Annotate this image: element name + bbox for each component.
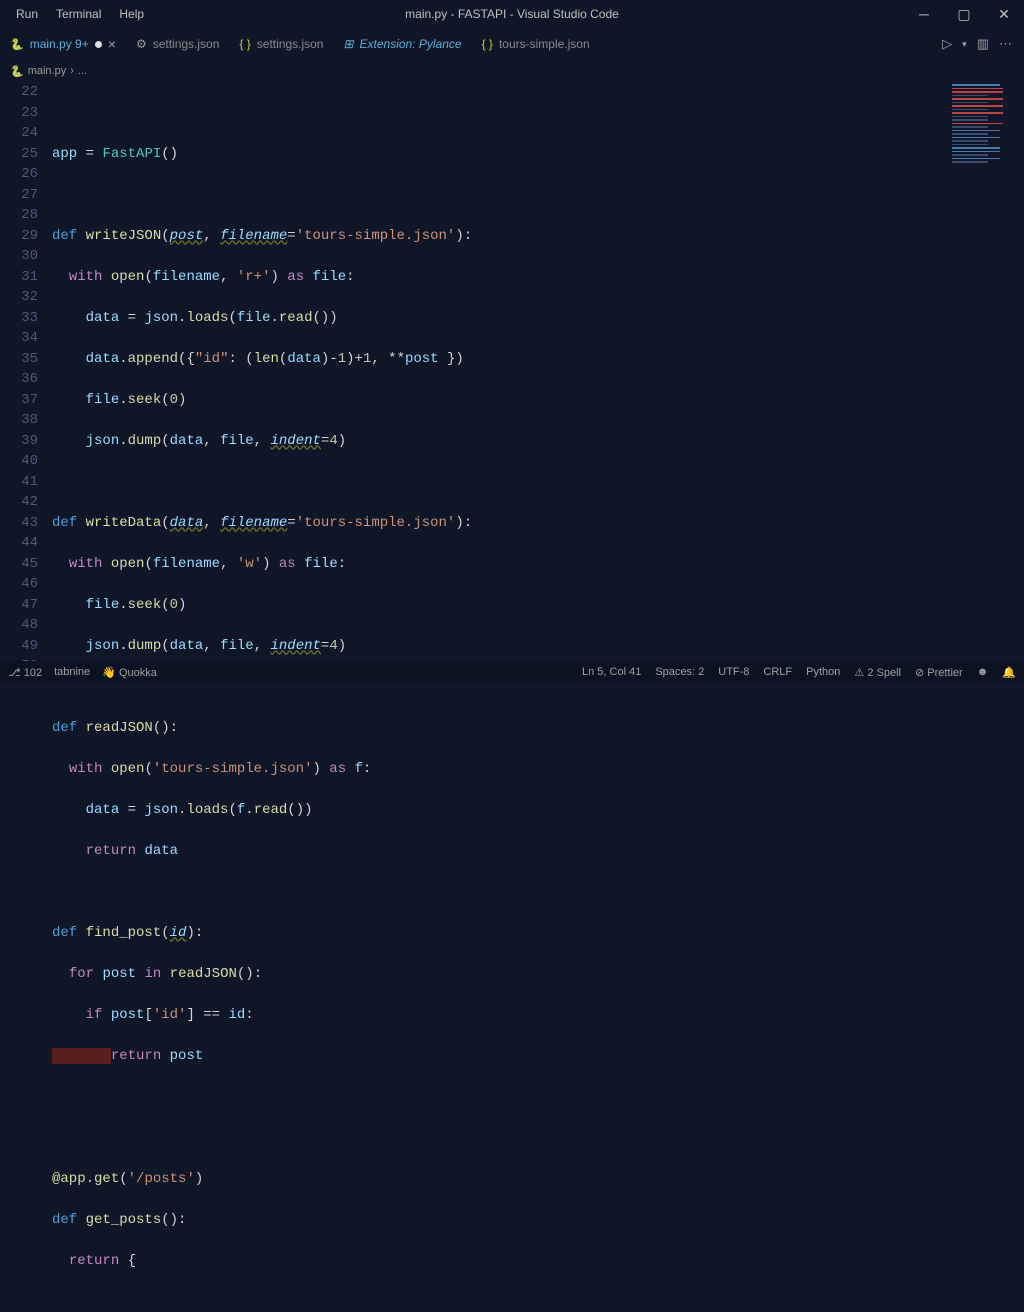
run-dropdown-icon[interactable]: ▾ bbox=[962, 39, 967, 50]
breadcrumb-file: main.py bbox=[28, 65, 67, 77]
window-controls: ─ ▢ ✕ bbox=[904, 0, 1024, 28]
python-icon bbox=[10, 37, 24, 51]
python-icon bbox=[10, 65, 24, 78]
tab-settings-json-2[interactable]: { } settings.json bbox=[229, 28, 333, 60]
menu-bar: Run Terminal Help bbox=[0, 4, 152, 24]
tab-label: settings.json bbox=[153, 37, 220, 51]
minimize-button[interactable]: ─ bbox=[904, 0, 944, 28]
tab-settings-json[interactable]: ⚙ settings.json bbox=[126, 28, 229, 60]
tab-main-py[interactable]: main.py 9+ × bbox=[0, 28, 126, 60]
spaces-indicator[interactable]: Spaces: 2 bbox=[655, 666, 704, 678]
bell-icon[interactable]: 🔔 bbox=[1002, 666, 1016, 679]
extension-icon: ⊞ bbox=[343, 37, 353, 51]
run-icon[interactable]: ▷ bbox=[942, 36, 952, 52]
split-editor-icon[interactable]: ▥ bbox=[977, 36, 989, 52]
editor-tabs: main.py 9+ × ⚙ settings.json { } setting… bbox=[0, 28, 1024, 60]
json-icon: { } bbox=[482, 37, 493, 51]
titlebar: Run Terminal Help main.py - FASTAPI - Vi… bbox=[0, 0, 1024, 28]
gear-icon: ⚙ bbox=[136, 37, 147, 51]
editor-area[interactable]: 2223242526272829303132333435363738394041… bbox=[0, 82, 1024, 661]
tab-label: main.py 9+ bbox=[30, 37, 89, 51]
menu-help[interactable]: Help bbox=[111, 4, 152, 24]
feedback-icon[interactable]: ☻ bbox=[977, 666, 989, 678]
tab-close-icon[interactable]: × bbox=[108, 36, 116, 52]
breadcrumb[interactable]: main.py › ... bbox=[0, 60, 1024, 82]
tab-tours-json[interactable]: { } tours-simple.json bbox=[472, 28, 600, 60]
menu-terminal[interactable]: Terminal bbox=[48, 4, 109, 24]
maximize-button[interactable]: ▢ bbox=[944, 0, 984, 28]
tab-label: Extension: Pylance bbox=[360, 37, 462, 51]
menu-run[interactable]: Run bbox=[8, 4, 46, 24]
tab-label: tours-simple.json bbox=[499, 37, 590, 51]
source-control-count[interactable]: ⎇ 102 bbox=[8, 666, 42, 679]
minimap[interactable] bbox=[950, 82, 1014, 202]
encoding-indicator[interactable]: UTF-8 bbox=[718, 666, 749, 678]
close-button[interactable]: ✕ bbox=[984, 0, 1024, 28]
tab-extension-pylance[interactable]: ⊞ Extension: Pylance bbox=[333, 28, 471, 60]
breadcrumb-separator: › bbox=[70, 65, 74, 77]
code-content[interactable]: app = FastAPI() def writeJSON(post, file… bbox=[52, 82, 1024, 661]
tabnine-status[interactable]: tabnine bbox=[54, 666, 90, 678]
spell-check[interactable]: ⚠ 2 Spell bbox=[854, 666, 901, 679]
eol-indicator[interactable]: CRLF bbox=[763, 666, 792, 678]
language-mode[interactable]: Python bbox=[806, 666, 840, 678]
prettier-status[interactable]: ⊘ Prettier bbox=[915, 666, 963, 679]
breadcrumb-rest: ... bbox=[78, 65, 87, 77]
line-numbers: 2223242526272829303132333435363738394041… bbox=[0, 82, 52, 661]
editor-actions: ▷ ▾ ▥ ⋯ bbox=[942, 36, 1024, 52]
quokka-status[interactable]: 👋 Quokka bbox=[102, 666, 157, 679]
tab-label: settings.json bbox=[257, 37, 324, 51]
statusbar: ⎇ 102 tabnine 👋 Quokka Ln 5, Col 41 Spac… bbox=[0, 661, 1024, 683]
more-actions-icon[interactable]: ⋯ bbox=[999, 36, 1012, 52]
json-icon: { } bbox=[239, 37, 250, 51]
dirty-indicator bbox=[95, 41, 102, 48]
window-title: main.py - FASTAPI - Visual Studio Code bbox=[405, 7, 619, 21]
cursor-position[interactable]: Ln 5, Col 41 bbox=[582, 666, 641, 678]
